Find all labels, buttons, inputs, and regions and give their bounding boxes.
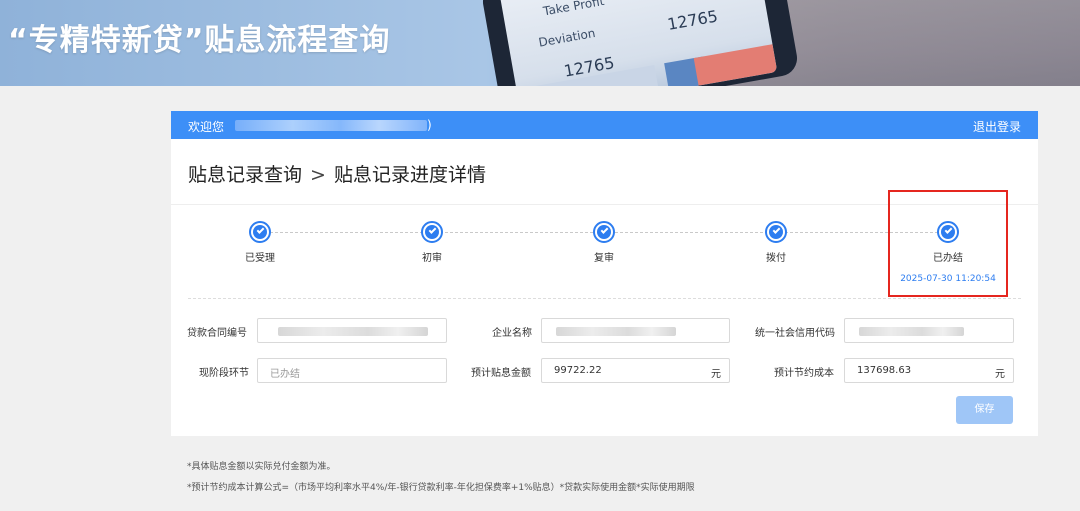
credit-code-field[interactable]: [844, 318, 1014, 343]
redacted-username: [235, 120, 427, 131]
redacted-value: [556, 327, 676, 336]
contract-no-field[interactable]: [257, 318, 447, 343]
breadcrumb-separator: >: [310, 164, 326, 186]
step-first-review: 初审: [392, 221, 472, 264]
current-stage-label: 现阶段环节: [199, 368, 249, 379]
company-name-label: 企业名称: [492, 328, 532, 339]
step-label: 拨付: [766, 253, 786, 264]
redacted-value: [859, 327, 964, 336]
contract-no-label: 贷款合同编号: [187, 328, 247, 339]
banner-title: “专精特新贷”贴息流程查询: [8, 23, 391, 58]
cost-savings-label: 预计节约成本: [774, 368, 834, 379]
subsidy-amount-value: 99722.22: [554, 365, 602, 376]
step-label: 复审: [594, 253, 614, 264]
highlight-box: [888, 190, 1008, 297]
banner-phone-image: Take Profit Deviation 12765 12765: [480, 0, 800, 86]
divider: [188, 298, 1021, 299]
logout-link[interactable]: 退出登录: [973, 118, 1021, 135]
subsidy-amount-field[interactable]: 99722.22 元: [541, 358, 730, 383]
currency-unit: 元: [711, 369, 721, 380]
top-bar: 欢迎您 ) 退出登录: [171, 111, 1038, 139]
check-circle-icon: [421, 221, 443, 243]
note-formula: *预计节约成本计算公式=（市场平均利率水平4%/年-银行贷款利率-年化担保费率+…: [187, 483, 695, 493]
current-stage-value: 已办结: [270, 369, 300, 380]
note-amount: *具体贴息金额以实际兑付金额为准。: [187, 462, 336, 472]
step-second-review: 复审: [564, 221, 644, 264]
redacted-value: [278, 327, 428, 336]
breadcrumb-root[interactable]: 贴息记录查询: [188, 164, 302, 186]
step-disbursed: 拨付: [736, 221, 816, 264]
phone-screen: Take Profit Deviation 12765 12765: [499, 0, 778, 86]
subsidy-amount-label: 预计贴息金额: [471, 368, 531, 379]
cost-savings-value: 137698.63: [857, 365, 912, 376]
phone-text: Take Profit: [542, 0, 606, 19]
phone-text: Deviation: [537, 25, 597, 50]
step-label: 已受理: [245, 253, 275, 264]
current-stage-field[interactable]: 已办结: [257, 358, 447, 383]
check-circle-icon: [249, 221, 271, 243]
currency-unit: 元: [995, 369, 1005, 380]
save-button[interactable]: 保存: [956, 396, 1013, 424]
main-card: 欢迎您 ) 退出登录 贴息记录查询 > 贴息记录进度详情 已受理 初审 复审 拨付 …: [171, 111, 1038, 436]
step-accepted: 已受理: [220, 221, 300, 264]
phone-number: 12765: [665, 6, 720, 35]
welcome-text: 欢迎您: [188, 120, 225, 134]
check-circle-icon: [765, 221, 787, 243]
breadcrumb: 贴息记录查询 > 贴息记录进度详情: [188, 160, 486, 187]
welcome-suffix: ): [427, 118, 432, 132]
breadcrumb-current: 贴息记录进度详情: [333, 164, 486, 186]
company-name-field[interactable]: [541, 318, 730, 343]
cost-savings-field[interactable]: 137698.63 元: [844, 358, 1014, 383]
credit-code-label: 统一社会信用代码: [755, 328, 835, 339]
banner: Take Profit Deviation 12765 12765 “专精特新贷…: [0, 0, 1080, 86]
step-label: 初审: [422, 253, 442, 264]
check-circle-icon: [593, 221, 615, 243]
